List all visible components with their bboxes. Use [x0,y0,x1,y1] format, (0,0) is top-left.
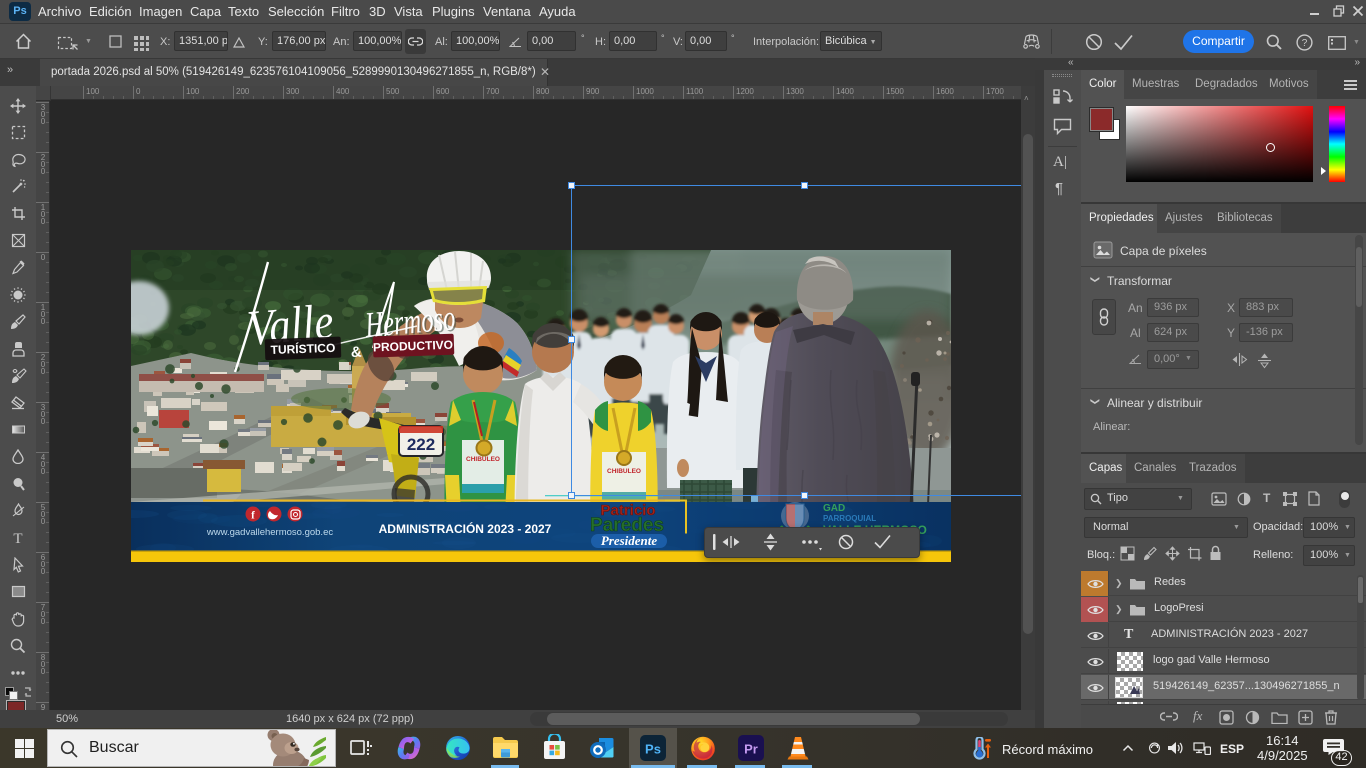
svg-text:222: 222 [407,435,435,454]
svg-text:Ps: Ps [645,742,661,757]
svg-text:www.gadvallehermoso.gob.ec: www.gadvallehermoso.gob.ec [206,527,333,538]
svg-text:PRODUCTIVO: PRODUCTIVO [373,338,453,355]
svg-text:TURÍSTICO: TURÍSTICO [270,340,335,357]
svg-text:PARROQUIAL: PARROQUIAL [823,514,876,523]
svg-text:&: & [351,344,363,361]
svg-text:Pr: Pr [744,742,758,757]
svg-text:ADMINISTRACIÓN 2023 - 2027: ADMINISTRACIÓN 2023 - 2027 [379,521,552,536]
svg-text:Presidente: Presidente [601,533,658,548]
svg-text:f: f [251,510,255,522]
svg-text:T: T [13,531,22,546]
svg-text:CHIBULEO: CHIBULEO [466,456,500,463]
svg-text:CHIBULEO: CHIBULEO [607,468,641,475]
svg-text:?: ? [1302,38,1308,49]
svg-text:GAD: GAD [823,503,845,514]
